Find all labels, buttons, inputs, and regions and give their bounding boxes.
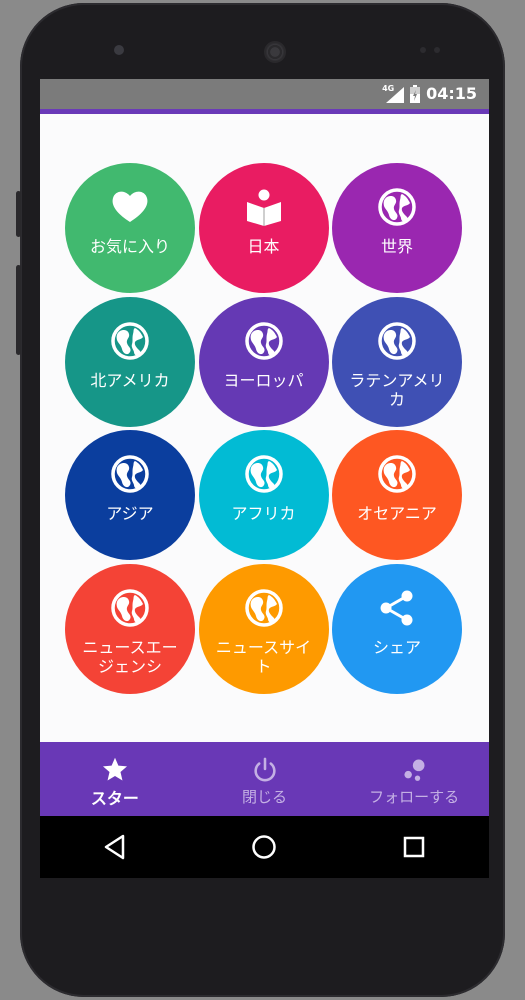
globe-icon <box>244 588 283 627</box>
category-tile[interactable]: アフリカ <box>198 430 329 560</box>
category-tile[interactable]: 世界 <box>332 163 462 293</box>
globe-icon <box>111 455 149 493</box>
signal-icon: 4G <box>382 84 405 103</box>
category-tile[interactable]: 北アメリカ <box>65 296 195 427</box>
category-tile[interactable]: お気に入り <box>65 163 195 293</box>
book-reader-icon <box>246 189 281 226</box>
recents-button[interactable] <box>384 822 444 872</box>
nav-close[interactable]: 閉じる <box>190 742 340 816</box>
category-tile-label: アフリカ <box>231 504 296 523</box>
front-camera <box>114 45 124 55</box>
category-tile-label: オセアニア <box>357 504 437 523</box>
category-tile-label: ニュースエージェンシ <box>82 637 178 676</box>
category-tile[interactable]: ニュースサイト <box>198 563 329 694</box>
category-tile-label: アジア <box>106 504 154 523</box>
share-icon <box>380 590 413 625</box>
power-icon <box>253 757 276 782</box>
light-sensor <box>434 47 440 53</box>
main-content: お気に入り 日本 世界北アメリカ ヨーロッパ ラテンアメリカアジア アフリカ オセアニアニュ… <box>40 114 489 742</box>
screen: 4G 04:15 お気に入り 日本 世界北アメリカ ヨーロッパ ラテンアメリカアジア アフ… <box>40 79 489 878</box>
nav-star[interactable]: スター <box>40 742 190 816</box>
bottom-navigation: スター 閉じる フォローする <box>40 742 489 816</box>
proximity-sensor <box>420 47 426 53</box>
category-tile-label: ラテンアメリカ <box>349 370 445 409</box>
globe-icon <box>244 455 283 493</box>
category-tile[interactable]: 日本 <box>198 163 329 293</box>
category-tile[interactable]: ラテンアメリカ <box>332 296 462 427</box>
globe-icon <box>111 588 149 627</box>
battery-icon <box>410 84 421 103</box>
system-navigation-bar <box>40 816 489 878</box>
category-tile[interactable]: ヨーロッパ <box>198 296 329 427</box>
category-tile-label: 日本 <box>247 237 280 256</box>
clock: 04:15 <box>426 84 477 103</box>
category-tile-label: ヨーロッパ <box>223 370 304 390</box>
nav-star-label: スター <box>90 789 139 808</box>
nav-close-label: 閉じる <box>242 788 288 806</box>
volume-button <box>16 191 21 237</box>
power-side-button <box>16 265 21 355</box>
home-button[interactable] <box>234 822 294 872</box>
category-tile-label: お気に入り <box>89 237 170 256</box>
follow-dots-icon <box>404 759 425 781</box>
star-icon <box>102 757 127 781</box>
globe-icon <box>378 455 416 493</box>
category-grid: お気に入り 日本 世界北アメリカ ヨーロッパ ラテンアメリカアジア アフリカ オセアニアニュ… <box>65 163 465 696</box>
recents-icon <box>403 836 425 858</box>
globe-icon <box>378 321 416 360</box>
globe-icon <box>111 321 149 360</box>
earpiece <box>264 41 286 63</box>
heart-icon <box>112 191 148 222</box>
status-bar: 4G 04:15 <box>40 79 489 109</box>
category-tile-label: 北アメリカ <box>90 370 170 390</box>
category-tile[interactable]: シェア <box>332 563 462 694</box>
home-icon <box>252 835 277 859</box>
category-tile[interactable]: アジア <box>65 430 195 560</box>
back-icon <box>104 834 125 860</box>
category-tile[interactable]: オセアニア <box>332 430 462 560</box>
category-tile[interactable]: ニュースエージェンシ <box>65 563 195 694</box>
globe-icon <box>378 188 416 226</box>
category-tile-label: ニュースサイト <box>215 637 312 676</box>
category-tile-label: 世界 <box>380 237 413 256</box>
nav-follow-label: フォローする <box>369 788 460 806</box>
back-button[interactable] <box>85 822 145 872</box>
category-tile-label: シェア <box>372 637 421 657</box>
globe-icon <box>244 321 283 360</box>
nav-follow[interactable]: フォローする <box>339 742 489 816</box>
